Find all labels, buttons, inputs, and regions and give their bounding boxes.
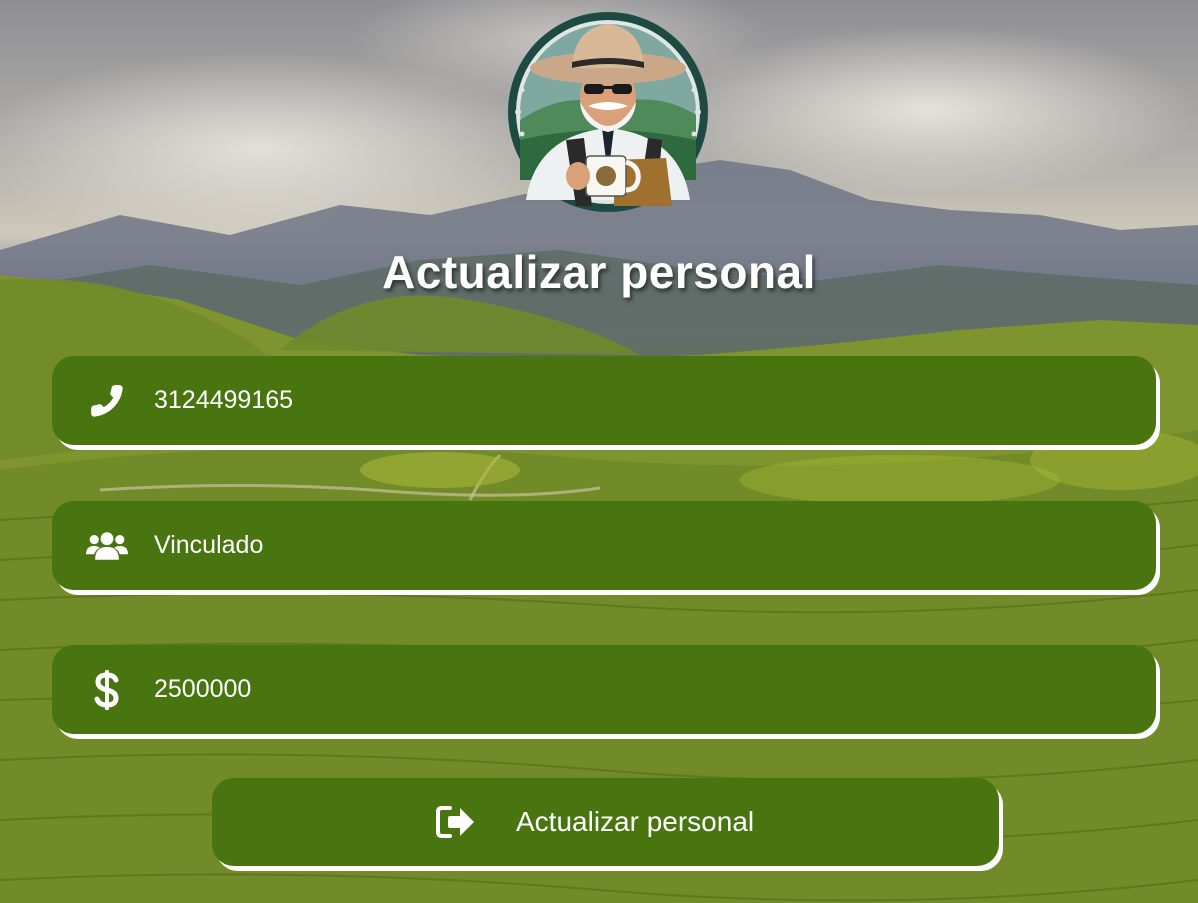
update-personal-button[interactable]: Actualizar personal xyxy=(212,778,999,866)
phone-icon xyxy=(86,380,128,422)
farmer-coffee-logo xyxy=(506,10,710,214)
salary-input[interactable] xyxy=(154,645,1134,734)
users-icon xyxy=(86,525,128,567)
status-input[interactable] xyxy=(154,501,1134,590)
status-field[interactable] xyxy=(52,501,1156,590)
update-personal-label: Actualizar personal xyxy=(516,806,755,837)
sign-in-icon xyxy=(436,804,476,840)
phone-input[interactable] xyxy=(154,356,1134,445)
dollar-icon xyxy=(86,669,128,711)
update-staff-page: Actualizar personal 3124499165 Vinculado… xyxy=(0,0,1198,903)
page-title: Actualizar personal xyxy=(382,246,816,298)
salary-field[interactable] xyxy=(52,645,1156,734)
phone-field[interactable] xyxy=(52,356,1156,445)
